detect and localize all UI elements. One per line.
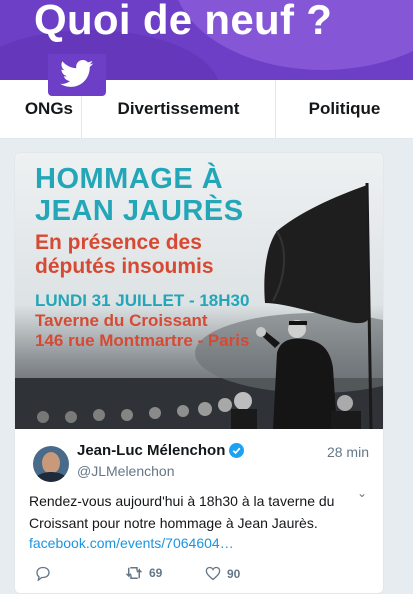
- verified-badge-icon: [229, 443, 245, 458]
- author-handle[interactable]: @JLMelenchon: [77, 463, 175, 479]
- author-row: Jean-Luc Mélenchon: [77, 442, 245, 459]
- retweet-count: 69: [149, 566, 163, 580]
- poster-venue: Taverne du Croissant: [35, 311, 208, 330]
- poster-subtitle: députés insoumis: [35, 255, 214, 278]
- retweet-button[interactable]: 69: [125, 566, 162, 580]
- poster-date: LUNDI 31 JUILLET - 18H30: [35, 291, 250, 310]
- tweet-text: Rendez-vous aujourd'hui à 18h30 à la tav…: [29, 493, 335, 509]
- twitter-bird-badge: [48, 54, 106, 96]
- author-name[interactable]: Jean-Luc Mélenchon: [77, 442, 225, 459]
- heart-icon: [205, 566, 221, 581]
- tweet-link[interactable]: facebook.com/events/7064604…: [29, 535, 234, 551]
- tweet-actions: 69 90: [29, 566, 369, 586]
- poster-title: JEAN JAURÈS: [35, 195, 244, 227]
- like-button[interactable]: 90: [205, 566, 240, 581]
- tweet-timestamp[interactable]: 28 min: [327, 444, 369, 460]
- twitter-bird-icon: [60, 60, 94, 87]
- like-count: 90: [227, 566, 241, 581]
- reply-button[interactable]: [35, 566, 51, 581]
- reply-icon: [36, 566, 50, 581]
- retweet-icon: [125, 567, 143, 579]
- tab-politique[interactable]: Politique: [276, 80, 413, 138]
- tweet-text: Croissant pour notre hommage à Jean Jaur…: [29, 515, 318, 531]
- tweet-image[interactable]: HOMMAGE À JEAN JAURÈS En présence des dé…: [15, 153, 383, 429]
- tweet-card[interactable]: HOMMAGE À JEAN JAURÈS En présence des dé…: [14, 152, 384, 594]
- poster-title: HOMMAGE À: [35, 163, 224, 195]
- tab-divertissement[interactable]: Divertissement: [82, 80, 276, 138]
- page-title: Quoi de neuf ?: [34, 0, 333, 43]
- avatar[interactable]: [33, 446, 69, 482]
- poster-address: 146 rue Montmartre - Paris: [35, 331, 250, 350]
- poster-subtitle: En présence des: [35, 231, 202, 254]
